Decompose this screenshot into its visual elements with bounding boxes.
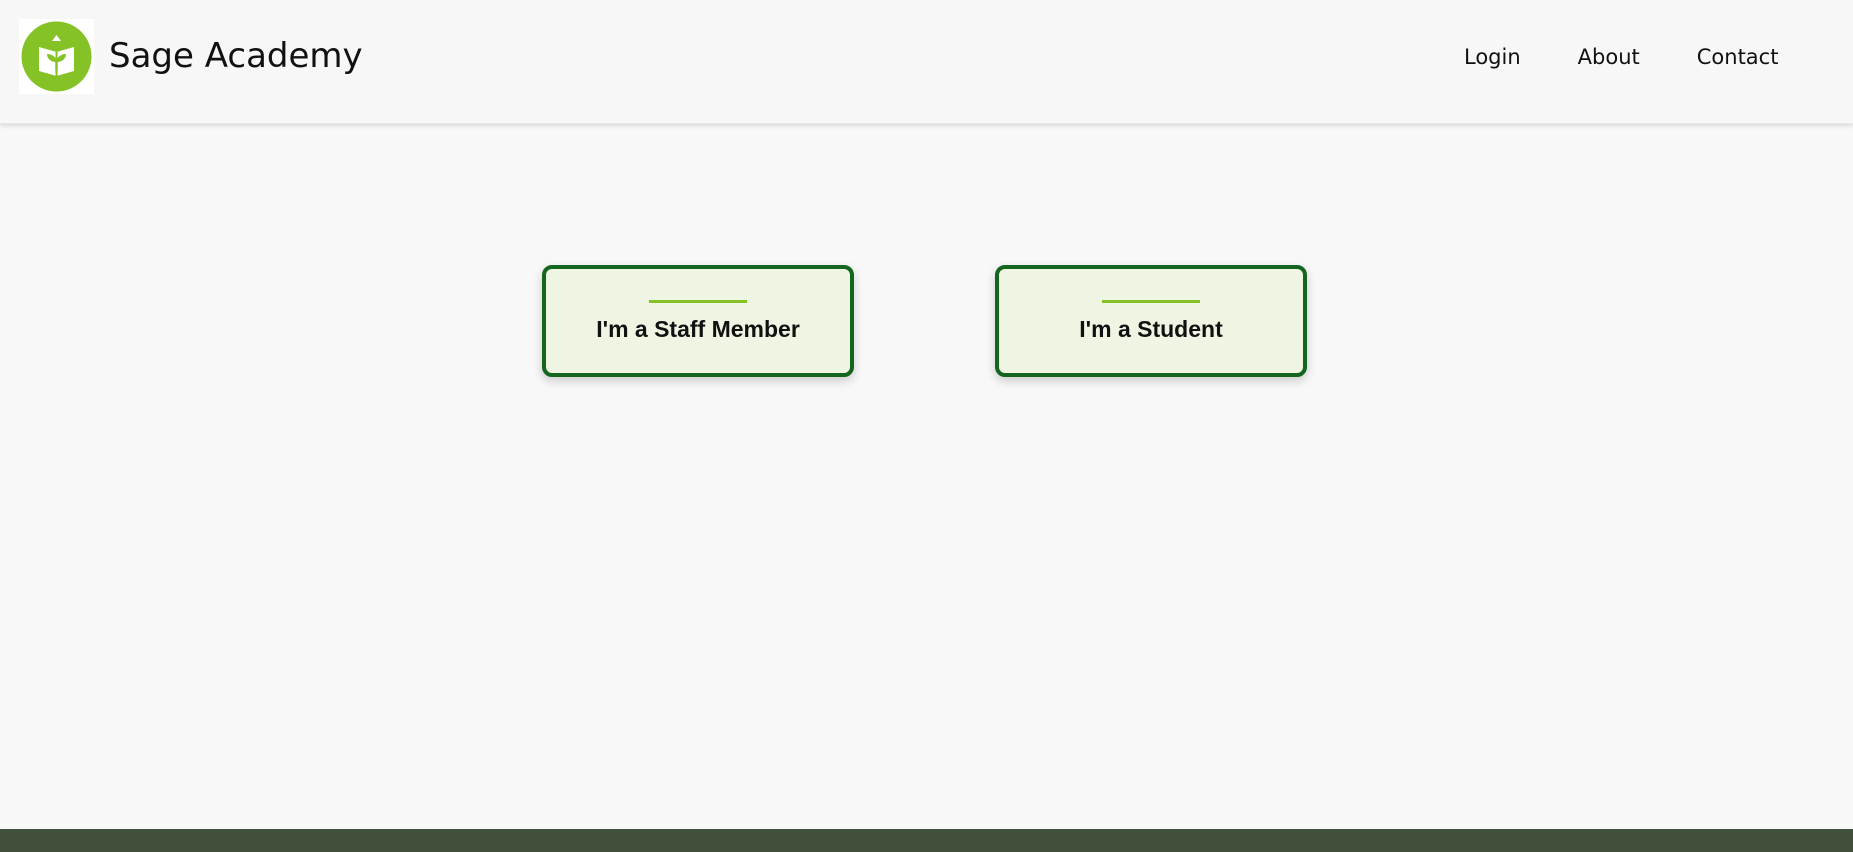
main-nav: Login About Contact (1464, 43, 1778, 71)
site-footer (0, 829, 1853, 852)
logo[interactable] (19, 19, 94, 94)
card-accent-line (649, 300, 747, 303)
nav-link-login[interactable]: Login (1464, 43, 1521, 71)
book-sprout-logo-icon (21, 21, 92, 92)
card-accent-line (1102, 300, 1200, 303)
staff-member-label: I'm a Staff Member (596, 316, 800, 342)
site-header: Sage Academy Login About Contact (0, 0, 1853, 124)
staff-member-card[interactable]: I'm a Staff Member (542, 265, 854, 377)
site-title[interactable]: Sage Academy (109, 34, 363, 78)
student-card[interactable]: I'm a Student (995, 265, 1307, 377)
nav-link-contact[interactable]: Contact (1697, 43, 1779, 71)
nav-link-about[interactable]: About (1578, 43, 1640, 71)
student-label: I'm a Student (1079, 316, 1223, 342)
